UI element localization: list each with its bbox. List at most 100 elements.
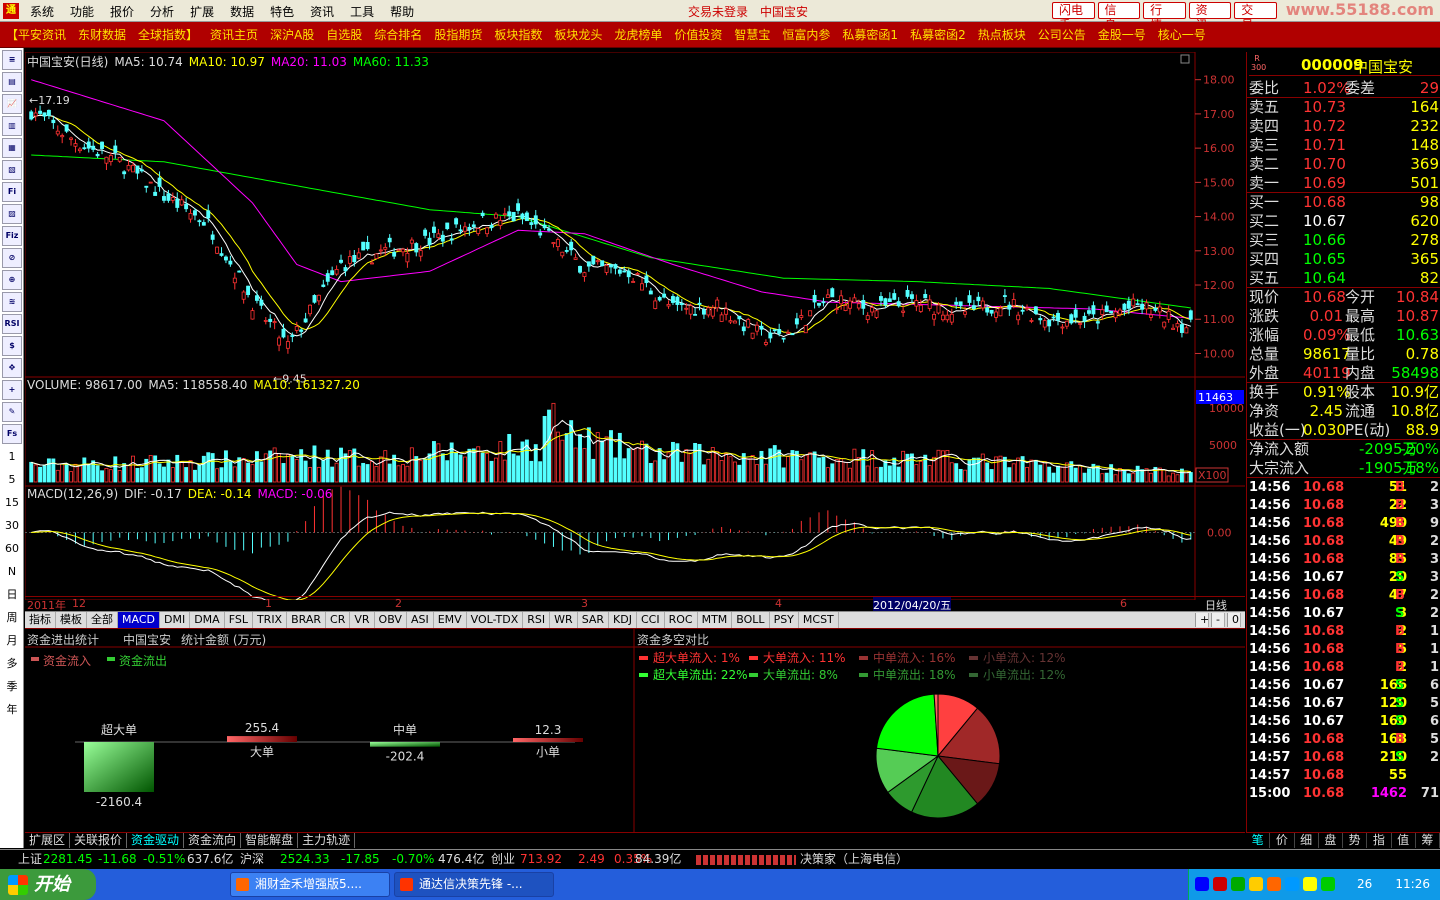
left-tool-icon[interactable]: ▦: [2, 138, 22, 158]
indicator-tab[interactable]: VR: [350, 612, 375, 628]
left-tool-icon[interactable]: 📈: [2, 94, 22, 114]
left-tool-icon[interactable]: ▤: [2, 72, 22, 92]
extension-tab[interactable]: 资金流向: [184, 833, 242, 848]
tray-icon[interactable]: [1285, 877, 1299, 891]
nav-item[interactable]: 金股一号: [1092, 26, 1152, 43]
quote-tab[interactable]: 值: [1392, 833, 1416, 848]
menu-item[interactable]: 帮助: [382, 3, 422, 20]
nav-item[interactable]: 智慧宝: [728, 26, 776, 43]
nav-item[interactable]: 价值投资: [668, 26, 728, 43]
menu-item[interactable]: 扩展: [182, 3, 222, 20]
indicator-tab[interactable]: EMV: [434, 612, 467, 628]
nav-item[interactable]: 龙虎榜单: [608, 26, 668, 43]
extension-tab[interactable]: 资金驱动: [127, 833, 185, 848]
task-item[interactable]: 湘财金禾增强版5....: [230, 872, 390, 897]
left-tool-icon[interactable]: 周: [2, 607, 22, 629]
indicator-tab[interactable]: MCST: [799, 612, 839, 628]
menu-item[interactable]: 工具: [342, 3, 382, 20]
left-tool-icon[interactable]: 年: [2, 699, 22, 721]
indicator-tab[interactable]: BOLL: [732, 612, 770, 628]
left-tool-icon[interactable]: 月: [2, 630, 22, 652]
left-tool-icon[interactable]: N: [2, 561, 22, 583]
indicator-tab[interactable]: ASI: [407, 612, 434, 628]
left-tool-icon[interactable]: Fiz: [2, 226, 22, 246]
tray-icon[interactable]: [1213, 877, 1227, 891]
left-tool-icon[interactable]: ▧: [2, 160, 22, 180]
quote-tab[interactable]: 细: [1295, 833, 1319, 848]
indicator-tab[interactable]: SAR: [578, 612, 610, 628]
nav-item[interactable]: 深沪A股: [264, 26, 320, 43]
menu-item[interactable]: 数据: [222, 3, 262, 20]
left-tool-icon[interactable]: 1: [2, 446, 22, 468]
left-tool-icon[interactable]: ⊕: [2, 270, 22, 290]
nav-item[interactable]: 恒富内参: [776, 26, 836, 43]
panel-control-button[interactable]: 0: [1227, 613, 1241, 627]
nav-item[interactable]: 股指期货: [428, 26, 488, 43]
indicator-tab[interactable]: ROC: [665, 612, 698, 628]
menu-item[interactable]: 功能: [62, 3, 102, 20]
quote-tab[interactable]: 盘: [1319, 833, 1343, 848]
indicator-tab[interactable]: DMA: [190, 612, 225, 628]
indicator-tab[interactable]: 全部: [87, 612, 118, 628]
nav-item[interactable]: 公司公告: [1032, 26, 1092, 43]
left-tool-icon[interactable]: RSI: [2, 314, 22, 334]
tray-icon[interactable]: [1195, 877, 1209, 891]
left-tool-icon[interactable]: ▥: [2, 116, 22, 136]
left-tool-icon[interactable]: 15: [2, 492, 22, 514]
tray-icon[interactable]: [1249, 877, 1263, 891]
left-tool-icon[interactable]: ≡: [2, 50, 22, 70]
left-tool-icon[interactable]: ▨: [2, 204, 22, 224]
panel-control-button[interactable]: -: [1211, 613, 1225, 627]
nav-item[interactable]: 核心一号: [1152, 26, 1212, 43]
indicator-tab[interactable]: MTM: [698, 612, 733, 628]
start-button[interactable]: 开始: [0, 869, 96, 900]
nav-item[interactable]: 【平安资讯: [0, 26, 72, 43]
nav-item[interactable]: 综合排名: [368, 26, 428, 43]
quick-button[interactable]: 交 易: [1234, 2, 1277, 32]
indicator-tab[interactable]: KDJ: [609, 612, 637, 628]
indicator-tab[interactable]: TRIX: [253, 612, 288, 628]
left-tool-icon[interactable]: 60: [2, 538, 22, 560]
quote-tab[interactable]: 势: [1343, 833, 1368, 848]
extension-tab[interactable]: 扩展区: [25, 833, 71, 848]
tray-icon[interactable]: [1267, 877, 1281, 891]
quote-tab[interactable]: 筹: [1416, 833, 1440, 848]
left-tool-icon[interactable]: ✎: [2, 402, 22, 422]
menu-item[interactable]: 报价: [102, 3, 142, 20]
menu-item[interactable]: 系统: [22, 3, 62, 20]
left-tool-icon[interactable]: $: [2, 336, 22, 356]
panel-control-button[interactable]: +: [1195, 613, 1209, 627]
menu-item[interactable]: 分析: [142, 3, 182, 20]
left-tool-icon[interactable]: ⊘: [2, 248, 22, 268]
extension-tab[interactable]: 关联报价: [70, 833, 128, 848]
indicator-tab[interactable]: DMI: [160, 612, 191, 628]
left-tool-icon[interactable]: 多: [2, 653, 22, 675]
nav-item[interactable]: 私募密函1: [836, 26, 904, 43]
left-tool-icon[interactable]: Fs: [2, 424, 22, 444]
indicator-tab[interactable]: WR: [550, 612, 578, 628]
nav-item[interactable]: 热点板块: [972, 26, 1032, 43]
nav-item[interactable]: 板块龙头: [548, 26, 608, 43]
left-tool-icon[interactable]: Fi: [2, 182, 22, 202]
clock[interactable]: 11:26: [1395, 869, 1430, 900]
indicator-tab[interactable]: 模板: [56, 612, 87, 628]
extension-tab[interactable]: 主力轨迹: [298, 833, 356, 848]
indicator-tab[interactable]: PSY: [770, 612, 799, 628]
nav-item[interactable]: 东财数据: [72, 26, 132, 43]
indicator-tab[interactable]: CR: [326, 612, 351, 628]
nav-item[interactable]: 资讯主页: [204, 26, 264, 43]
indicator-tab[interactable]: FSL: [225, 612, 253, 628]
nav-item[interactable]: 私募密函2: [904, 26, 972, 43]
indicator-tab[interactable]: CCI: [637, 612, 665, 628]
nav-item[interactable]: 全球指数】: [132, 26, 204, 43]
left-tool-icon[interactable]: 季: [2, 676, 22, 698]
menu-item[interactable]: 资讯: [302, 3, 342, 20]
task-item-active[interactable]: 通达信决策先锋 -...: [394, 872, 554, 897]
nav-item[interactable]: 自选股: [320, 26, 368, 43]
indicator-tab[interactable]: OBV: [375, 612, 407, 628]
left-tool-icon[interactable]: 30: [2, 515, 22, 537]
nav-item[interactable]: 板块指数: [488, 26, 548, 43]
quick-button[interactable]: 资 讯: [1188, 2, 1232, 32]
quick-button[interactable]: 信 息: [1097, 2, 1141, 32]
quote-tab[interactable]: 指: [1367, 833, 1392, 848]
